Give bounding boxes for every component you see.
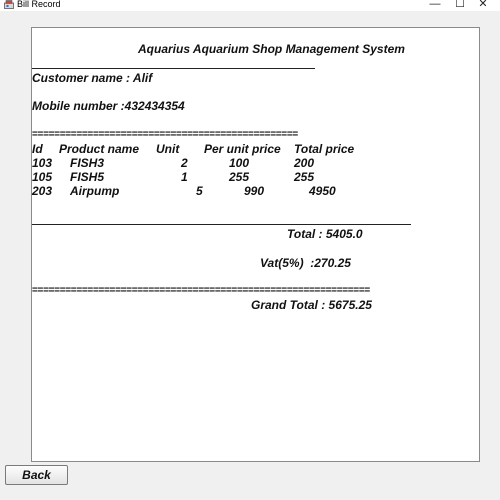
- table-cell-id: 103: [32, 156, 53, 170]
- table-cell-total-price: 255: [294, 170, 315, 184]
- table-cell-id: 105: [32, 170, 53, 184]
- vat-amount: Vat(5%) :270.25: [260, 256, 351, 270]
- back-button[interactable]: Back: [5, 465, 68, 485]
- bill-heading: Aquarius Aquarium Shop Management System: [138, 42, 405, 56]
- window-title-bar: Bill Record — ☐ ✕: [0, 0, 500, 11]
- bill-text-area[interactable]: Aquarius Aquarium Shop Management System…: [31, 27, 480, 462]
- table-divider: [32, 224, 411, 225]
- heading-underline: [32, 68, 315, 69]
- table-cell-unit-price: 255: [229, 170, 250, 184]
- col-header-unit-price: Per unit price: [204, 142, 281, 156]
- close-button[interactable]: ✕: [468, 0, 498, 11]
- mobile-number: Mobile number :432434354: [32, 99, 185, 113]
- table-cell-unit: 1: [181, 170, 188, 184]
- col-header-unit: Unit: [156, 142, 180, 156]
- table-cell-unit-price: 100: [229, 156, 250, 170]
- window-title: Bill Record: [17, 0, 61, 9]
- table-cell-unit: 2: [181, 156, 188, 170]
- col-header-product: Product name: [59, 142, 140, 156]
- table-cell-id: 203: [32, 184, 53, 198]
- total-amount: Total : 5405.0: [287, 227, 363, 241]
- table-cell-unit: 5: [196, 184, 203, 198]
- table-cell-total-price: 200: [294, 156, 315, 170]
- table-cell-unit-price: 990: [244, 184, 265, 198]
- separator-bottom: ========================================…: [32, 286, 370, 296]
- separator-top: ========================================…: [32, 130, 298, 140]
- col-header-id: Id: [32, 142, 43, 156]
- table-cell-product: FISH3: [70, 156, 105, 170]
- grand-total: Grand Total : 5675.25: [251, 298, 372, 312]
- table-cell-total-price: 4950: [309, 184, 336, 198]
- customer-name: Customer name : Alif: [32, 71, 153, 85]
- col-header-total-price: Total price: [294, 142, 355, 156]
- table-cell-product: Airpump: [70, 184, 120, 198]
- app-icon: [4, 0, 14, 9]
- table-cell-product: FISH5: [70, 170, 105, 184]
